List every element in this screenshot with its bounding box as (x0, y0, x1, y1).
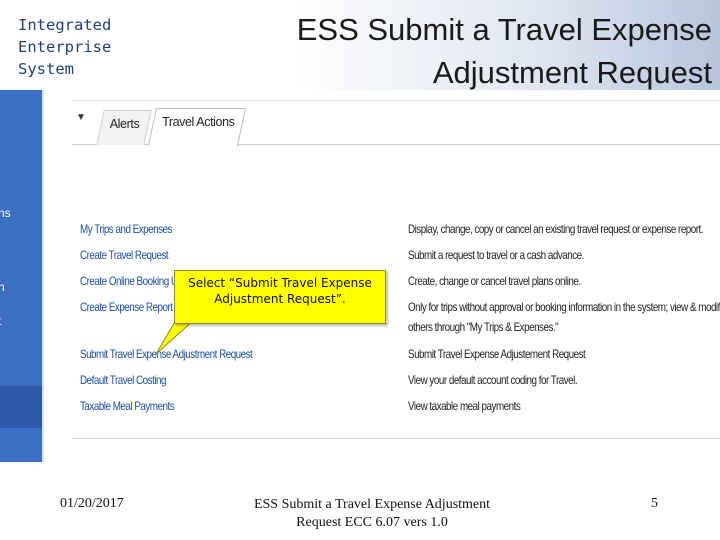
action-description: Create, change or cancel travel plans on… (408, 274, 581, 288)
left-nav-edge (42, 90, 44, 462)
org-line: Integrated (18, 16, 112, 34)
org-name: Integrated Enterprise System (18, 14, 158, 80)
action-description: others through "My Trips & Expenses." (408, 320, 559, 334)
left-nav-fragment[interactable]: ns (0, 206, 11, 220)
left-nav-fragment[interactable]: t (0, 314, 1, 328)
slide-title-line: ESS Submit a Travel Expense (296, 12, 712, 47)
link-create-travel-request[interactable]: Create Travel Request (80, 248, 169, 262)
footer-title-line: ESS Submit a Travel Expense Adjustment (253, 497, 491, 512)
instruction-callout: Select “Submit Travel Expense Adjustment… (174, 270, 386, 324)
org-line: Enterprise (18, 38, 112, 56)
panel-divider (72, 100, 720, 101)
link-taxable-meal-payments[interactable]: Taxable Meal Payments (80, 399, 175, 413)
tab-label: Travel Actions (162, 115, 235, 129)
callout-line: Select “Submit Travel Expense (188, 276, 372, 290)
action-description: View taxable meal payments (408, 399, 521, 413)
left-nav-bar[interactable]: ns n t (0, 90, 42, 462)
left-nav-selected[interactable] (0, 386, 42, 428)
slide-title-line: Adjustment Request (432, 55, 712, 90)
tab-label: Alerts (109, 117, 140, 131)
link-my-trips-and-expenses[interactable]: My Trips and Expenses (80, 222, 172, 236)
callout-line: Adjustment Request”. (214, 292, 346, 306)
panel-bottom-divider (72, 438, 720, 439)
callout-pointer (155, 319, 196, 355)
page-number: 5 (651, 496, 658, 511)
tab-alerts[interactable]: Alerts (96, 110, 152, 145)
footer-date: 01/20/2017 (60, 496, 124, 511)
footer-title-line: Request ECC 6.07 vers 1.0 (296, 515, 448, 530)
link-default-travel-costing[interactable]: Default Travel Costing (80, 373, 166, 387)
action-description: Only for trips without approval or booki… (408, 300, 720, 314)
tab-bar: ▼ Alerts Travel Actions (72, 104, 720, 146)
link-create-expense-report[interactable]: Create Expense Report (80, 300, 173, 314)
action-description: View your default account coding for Tra… (408, 373, 578, 387)
left-nav-fragment[interactable]: n (0, 280, 5, 294)
footer-title: ESS Submit a Travel Expense Adjustment R… (252, 496, 492, 532)
slide-title: ESS Submit a Travel Expense Adjustment R… (242, 8, 712, 94)
dropdown-triangle-icon[interactable]: ▼ (76, 112, 86, 123)
tab-travel-actions[interactable]: Travel Actions (147, 108, 247, 146)
action-description: Display, change, copy or cancel an exist… (408, 222, 704, 236)
action-description: Submit a request to travel or a cash adv… (408, 248, 584, 262)
action-description: Submit Travel Expense Adjustement Reques… (408, 347, 586, 361)
org-line: System (18, 60, 74, 78)
